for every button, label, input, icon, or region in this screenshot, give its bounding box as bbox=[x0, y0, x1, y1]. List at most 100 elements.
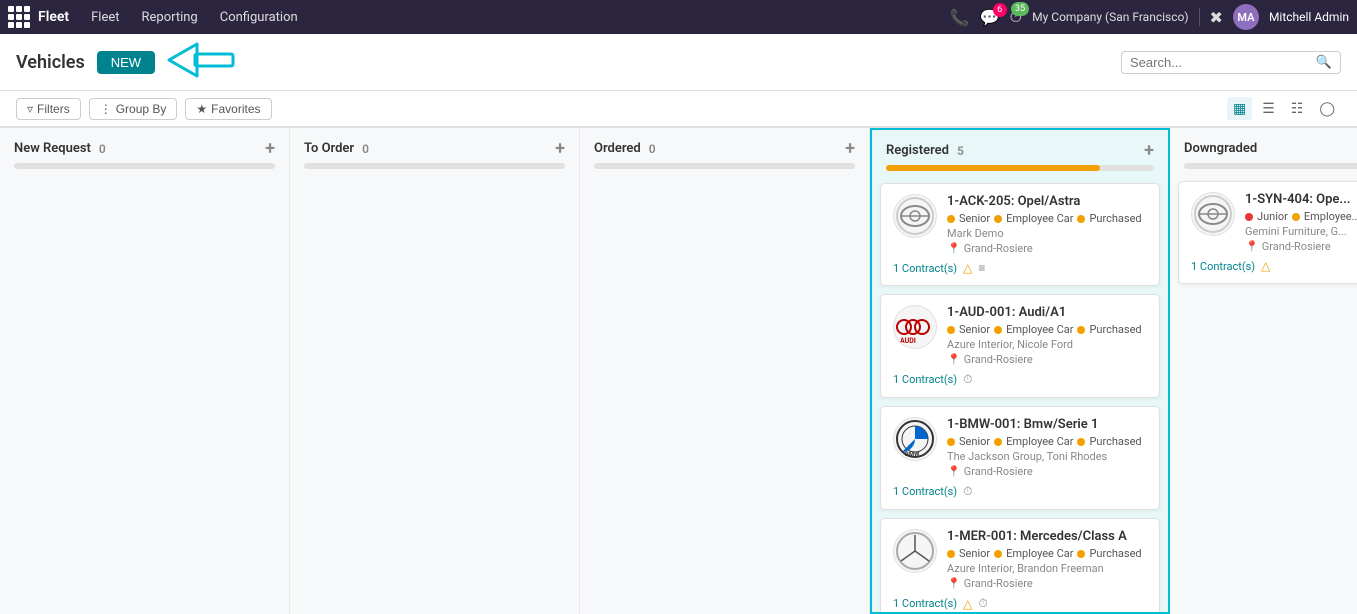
company-name[interactable]: My Company (San Francisco) bbox=[1032, 10, 1188, 24]
card-1-ack-205[interactable]: 1-ACK-205: Opel/Astra Senior Employee Ca… bbox=[880, 183, 1160, 286]
column-to-order: To Order 0 + bbox=[290, 128, 580, 614]
card-1-syn-404[interactable]: 1-SYN-404: Ope... Junior Employee... Gem… bbox=[1178, 181, 1357, 284]
card-title: 1-ACK-205: Opel/Astra bbox=[947, 194, 1147, 209]
tag-senior: Senior bbox=[959, 547, 990, 560]
app-logo[interactable] bbox=[8, 6, 30, 28]
warning-icon: △ bbox=[1261, 259, 1270, 273]
location-icon: 📍 bbox=[947, 353, 961, 366]
avatar[interactable]: MA bbox=[1233, 4, 1259, 30]
column-new-request: New Request 0 + bbox=[0, 128, 290, 614]
card-title: 1-SYN-404: Ope... bbox=[1245, 192, 1357, 207]
col-cards-downgraded: 1-SYN-404: Ope... Junior Employee... Gem… bbox=[1170, 175, 1357, 614]
contract-link[interactable]: 1 Contract(s) bbox=[893, 485, 957, 498]
col-header-ordered: Ordered 0 + bbox=[580, 128, 869, 163]
card-header: 1-SYN-404: Ope... Junior Employee... Gem… bbox=[1191, 192, 1357, 253]
tag-employee: Employee... bbox=[1304, 210, 1357, 223]
col-cards-new-request bbox=[0, 175, 289, 614]
col-title-to-order: To Order bbox=[304, 141, 354, 156]
card-title: 1-MER-001: Mercedes/Class A bbox=[947, 529, 1147, 544]
col-title-new-request: New Request bbox=[14, 141, 91, 156]
new-button[interactable]: NEW bbox=[97, 51, 155, 74]
card-location: 📍 Grand-Rosiere bbox=[947, 353, 1147, 366]
col-cards-ordered bbox=[580, 175, 869, 614]
col-add-ordered[interactable]: + bbox=[845, 138, 855, 159]
tag-senior: Senior bbox=[959, 323, 990, 336]
tag-senior: Senior bbox=[959, 212, 990, 225]
chat-icon[interactable]: 💬 6 bbox=[980, 8, 1000, 27]
card-person: The Jackson Group, Toni Rhodes bbox=[947, 450, 1147, 463]
col-header-new-request: New Request 0 + bbox=[0, 128, 289, 163]
col-add-registered[interactable]: + bbox=[1144, 140, 1154, 161]
search-icon: 🔍 bbox=[1316, 55, 1332, 70]
contract-link[interactable]: 1 Contract(s) bbox=[893, 597, 957, 610]
menu-configuration[interactable]: Configuration bbox=[210, 6, 308, 29]
card-1-bmw-001[interactable]: BMW 1-BMW-001: Bmw/Serie 1 Senior Employ… bbox=[880, 406, 1160, 510]
contract-link[interactable]: 1 Contract(s) bbox=[893, 262, 957, 275]
card-title: 1-BMW-001: Bmw/Serie 1 bbox=[947, 417, 1147, 432]
card-footer: 1 Contract(s) △ ≡ bbox=[893, 261, 1147, 275]
star-icon: ★ bbox=[196, 102, 207, 116]
clock-icon[interactable]: ⏱ 35 bbox=[1010, 7, 1022, 27]
column-registered: Registered 5 + bbox=[870, 128, 1170, 614]
search-input[interactable] bbox=[1130, 55, 1316, 70]
nav-divider bbox=[1199, 8, 1200, 26]
card-1-mer-001[interactable]: 1-MER-001: Mercedes/Class A Senior Emplo… bbox=[880, 518, 1160, 612]
tag-dot bbox=[1077, 326, 1085, 334]
card-info: 1-ACK-205: Opel/Astra Senior Employee Ca… bbox=[947, 194, 1147, 255]
card-1-aud-001[interactable]: AUDI 1-AUD-001: Audi/A1 Senior Employee … bbox=[880, 294, 1160, 398]
contract-link[interactable]: 1 Contract(s) bbox=[893, 373, 957, 386]
card-footer: 1 Contract(s) ⏱ bbox=[893, 484, 1147, 499]
list-view-button[interactable]: ☰ bbox=[1256, 97, 1281, 120]
view-toggle: ▦ ☰ ☷ ◯ bbox=[1227, 97, 1341, 120]
filter-icon: ▿ bbox=[27, 102, 33, 116]
card-location: 📍 Grand-Rosiere bbox=[947, 242, 1147, 255]
col-count-ordered: 0 bbox=[649, 142, 656, 156]
activity-icon[interactable]: 📞 bbox=[950, 8, 970, 27]
col-cards-registered: 1-ACK-205: Opel/Astra Senior Employee Ca… bbox=[872, 177, 1168, 612]
kanban-view-button[interactable]: ▦ bbox=[1227, 97, 1252, 120]
tag-dot bbox=[1077, 550, 1085, 558]
tag-dot bbox=[1077, 438, 1085, 446]
tag-dot bbox=[947, 550, 955, 558]
contract-link[interactable]: 1 Contract(s) bbox=[1191, 260, 1255, 273]
col-progress-ordered bbox=[594, 163, 855, 169]
tag-employee-car: Employee Car bbox=[1006, 323, 1073, 336]
card-location: 📍 Grand-Rosiere bbox=[947, 465, 1147, 478]
col-progress-to-order bbox=[304, 163, 565, 169]
search-input-wrap[interactable]: 🔍 bbox=[1121, 51, 1341, 74]
col-add-to-order[interactable]: + bbox=[555, 138, 565, 159]
top-navigation: Fleet Fleet Reporting Configuration 📞 💬 … bbox=[0, 0, 1357, 34]
favorites-label: Favorites bbox=[211, 102, 260, 116]
top-right-actions: 📞 💬 6 ⏱ 35 My Company (San Francisco) ✖ … bbox=[950, 4, 1349, 30]
grid-view-button[interactable]: ☷ bbox=[1285, 97, 1310, 120]
groupby-icon: ⋮ bbox=[100, 102, 112, 116]
app-name: Fleet bbox=[38, 9, 69, 25]
card-person: Mark Demo bbox=[947, 227, 1147, 240]
favorites-button[interactable]: ★ Favorites bbox=[185, 98, 271, 120]
filters-button[interactable]: ▿ Filters bbox=[16, 98, 81, 120]
chat-badge: 6 bbox=[993, 3, 1007, 17]
card-info: 1-BMW-001: Bmw/Serie 1 Senior Employee C… bbox=[947, 417, 1147, 478]
tag-dot bbox=[947, 326, 955, 334]
groupby-button[interactable]: ⋮ Group By bbox=[89, 98, 178, 120]
card-header: BMW 1-BMW-001: Bmw/Serie 1 Senior Employ… bbox=[893, 417, 1147, 478]
back-arrow[interactable] bbox=[167, 42, 237, 82]
location-icon: 📍 bbox=[947, 242, 961, 255]
clock-icon: ⏱ bbox=[963, 484, 972, 499]
col-header-registered: Registered 5 + bbox=[872, 130, 1168, 165]
settings-view-button[interactable]: ◯ bbox=[1313, 97, 1341, 120]
tag-dot bbox=[994, 215, 1002, 223]
top-menu: Fleet Reporting Configuration bbox=[81, 6, 308, 29]
card-person: Azure Interior, Brandon Freeman bbox=[947, 562, 1147, 575]
clock-icon: ⏱ bbox=[978, 596, 987, 611]
groupby-label: Group By bbox=[116, 102, 167, 116]
settings-icon[interactable]: ✖ bbox=[1210, 8, 1223, 27]
col-progress-registered bbox=[886, 165, 1154, 171]
col-count-to-order: 0 bbox=[362, 142, 369, 156]
menu-reporting[interactable]: Reporting bbox=[132, 6, 208, 29]
car-logo-opel bbox=[893, 194, 937, 238]
col-add-new-request[interactable]: + bbox=[265, 138, 275, 159]
menu-fleet[interactable]: Fleet bbox=[81, 6, 129, 29]
tag-purchased: Purchased bbox=[1089, 212, 1141, 225]
card-footer: 1 Contract(s) △ bbox=[1191, 259, 1357, 273]
